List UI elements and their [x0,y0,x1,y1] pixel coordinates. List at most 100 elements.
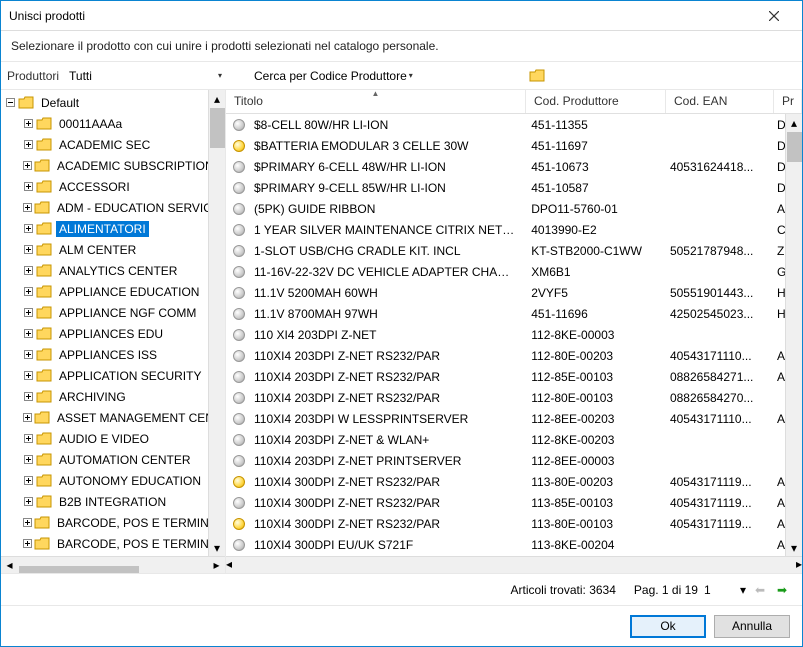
expander-icon[interactable] [23,370,34,381]
row-status-icon [226,224,246,236]
col-ean[interactable]: Cod. EAN [666,90,774,113]
scroll-up-button[interactable]: ▴ [209,90,225,107]
expander-icon[interactable] [23,391,34,402]
tree-root[interactable]: Default [5,92,208,113]
tree-node[interactable]: APPLICATION SECURITY [5,365,208,386]
folder-icon [36,326,52,342]
tree-node[interactable]: AUTONOMY EDUCATION [5,470,208,491]
table-row[interactable]: 11-16V-22-32V DC VEHICLE ADAPTER CHARG..… [226,261,785,282]
table-row[interactable]: 11.1V 5200MAH 60WH2VYF550551901443...HI [226,282,785,303]
expander-icon[interactable] [23,244,34,255]
tree-node[interactable]: ACADEMIC SUBSCRIPTIONS [5,155,208,176]
expander-icon[interactable] [23,538,32,549]
expander-icon[interactable] [23,181,34,192]
expander-icon[interactable] [23,454,34,465]
scroll-up-button[interactable]: ▴ [786,114,802,131]
tree-node[interactable]: ARCHIVING [5,386,208,407]
col-mfr-code[interactable]: Cod. Produttore [526,90,666,113]
list-header: Titolo ▲ Cod. Produttore Cod. EAN Pr [226,90,802,114]
expander-icon[interactable] [23,328,34,339]
close-button[interactable] [754,2,794,30]
tree-node[interactable]: B2B INTEGRATION [5,491,208,512]
tree-node[interactable]: APPLIANCE EDUCATION [5,281,208,302]
table-row[interactable]: $BATTERIA EMODULAR 3 CELLE 30W451-11697D… [226,135,785,156]
table-row[interactable]: 110XI4 203DPI Z-NET PRINTSERVER112-8EE-0… [226,450,785,471]
chevron-down-icon[interactable]: ▾ [740,583,746,597]
expander-icon[interactable] [23,433,34,444]
folder-icon [36,137,52,153]
tree-node[interactable]: ANALYTICS CENTER [5,260,208,281]
tree-vscrollbar[interactable]: ▴ ▾ [208,90,225,556]
cancel-button[interactable]: Annulla [714,615,790,638]
expander-icon[interactable] [23,412,32,423]
tree-node[interactable]: ACADEMIC SEC [5,134,208,155]
table-row[interactable]: 110XI4 300DPI EU/UK S721F113-8KE-00204AS [226,534,785,555]
next-page-button[interactable]: ➡ [774,582,790,598]
table-row[interactable]: 110XI4 300DPI Z-NET RS232/PAR113-85E-001… [226,492,785,513]
expander-icon[interactable] [5,97,16,108]
tree-node[interactable]: ADM - EDUCATION SERVICES [5,197,208,218]
ok-button[interactable]: Ok [630,615,706,638]
category-tree[interactable]: Default00011AAAaACADEMIC SECACADEMIC SUB… [1,90,208,556]
expander-icon[interactable] [23,202,32,213]
scroll-right-button[interactable]: ▸ [796,557,802,573]
tree-node[interactable]: ALM CENTER [5,239,208,260]
table-row[interactable]: 1-SLOT USB/CHG CRADLE KIT. INCLKT-STB200… [226,240,785,261]
table-row[interactable]: $8-CELL 80W/HR LI-ION451-11355DI [226,114,785,135]
tree-node[interactable]: 00011AAAa [5,113,208,134]
product-list[interactable]: $8-CELL 80W/HR LI-ION451-11355DI$BATTERI… [226,114,785,556]
cell-title: 110XI4 203DPI W LESSPRINTSERVER [246,412,523,426]
scroll-right-button[interactable]: ▸ [208,557,225,574]
expander-icon[interactable] [23,517,32,528]
tree-node[interactable]: ASSET MANAGEMENT CENTER [5,407,208,428]
table-row[interactable]: $PRIMARY 9-CELL 85W/HR LI-ION451-10587DI [226,177,785,198]
expander-icon[interactable] [23,286,34,297]
col-title[interactable]: Titolo ▲ [226,90,526,113]
search-mode-combo[interactable]: Cerca per Codice Produttore ▾ [254,69,413,83]
table-row[interactable]: (5PK) GUIDE RIBBONDPO11-5760-01AS [226,198,785,219]
main-area: Default00011AAAaACADEMIC SECACADEMIC SUB… [1,90,802,574]
scroll-down-button[interactable]: ▾ [209,539,225,556]
expander-icon[interactable] [23,349,34,360]
expander-icon[interactable] [23,265,34,276]
expander-icon[interactable] [23,139,34,150]
tree-node[interactable]: BARCODE, POS E TERMINALI [5,512,208,533]
scroll-left-button[interactable]: ◂ [1,557,18,574]
expander-icon[interactable] [23,118,34,129]
table-row[interactable]: $PRIMARY 6-CELL 48W/HR LI-ION451-1067340… [226,156,785,177]
tree-node[interactable]: ACCESSORI [5,176,208,197]
table-row[interactable]: 11.1V 8700MAH 97WH451-1169642502545023..… [226,303,785,324]
table-row[interactable]: 110XI4 300DPI Z-NET RS232/PAR113-80E-002… [226,471,785,492]
table-row[interactable]: 110XI4 203DPI Z-NET RS232/PAR112-80E-002… [226,345,785,366]
table-row[interactable]: 110XI4 300DPI Z-NET RS232/PAR113-80E-001… [226,513,785,534]
tree-node[interactable]: ALIMENTATORI [5,218,208,239]
prev-page-button[interactable]: ⬅ [752,582,768,598]
producers-combo[interactable]: Produttori Tutti ▾ [7,69,222,83]
expander-icon[interactable] [23,496,34,507]
col-pr[interactable]: Pr [774,90,802,113]
tree-hscrollbar[interactable]: ◂ ▸ [1,556,225,573]
list-vscrollbar[interactable]: ▴ ▾ [785,114,802,556]
list-hscrollbar[interactable]: ◂ ▸ [226,556,802,573]
tree-node[interactable]: APPLIANCE NGF COMM [5,302,208,323]
tree-node-label: APPLIANCES ISS [56,347,160,363]
expander-icon[interactable] [23,160,32,171]
scroll-down-button[interactable]: ▾ [786,539,802,556]
tree-node[interactable]: APPLIANCES EDU [5,323,208,344]
table-row[interactable]: 110XI4 203DPI W LESSPRINTSERVER112-8EE-0… [226,408,785,429]
expander-icon[interactable] [23,223,34,234]
tree-node[interactable]: APPLIANCES ISS [5,344,208,365]
expander-icon[interactable] [23,475,34,486]
table-row[interactable]: 110XI4 203DPI Z-NET RS232/PAR112-85E-001… [226,366,785,387]
tree-node[interactable]: BARCODE, POS E TERMINALI [5,533,208,554]
table-row[interactable]: 110 XI4 203DPI Z-NET112-8KE-00003 [226,324,785,345]
folder-button[interactable] [525,65,549,87]
cell-ean: 08826584270... [662,391,769,405]
expander-icon[interactable] [23,307,34,318]
tree-node[interactable]: AUDIO E VIDEO [5,428,208,449]
tree-node[interactable]: AUTOMATION CENTER [5,449,208,470]
table-row[interactable]: 110XI4 203DPI Z-NET RS232/PAR112-80E-001… [226,387,785,408]
table-row[interactable]: 110XI4 203DPI Z-NET & WLAN+112-8KE-00203 [226,429,785,450]
table-row[interactable]: 1 YEAR SILVER MAINTENANCE CITRIX NETSC..… [226,219,785,240]
page-input[interactable]: 1 [704,583,734,597]
